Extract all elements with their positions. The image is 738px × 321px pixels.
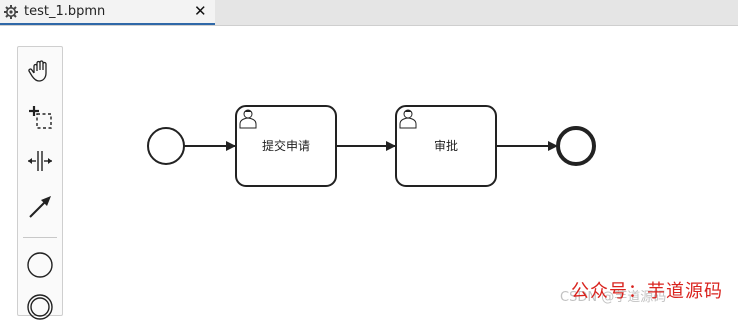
wechat-watermark: 公众号：芋道源码 <box>571 281 723 302</box>
user-task-approve[interactable]: 审批 <box>395 105 497 187</box>
tab-test-bpmn[interactable]: test_1.bpmn ✕ <box>0 0 215 25</box>
task-label-submit: 提交申请 <box>262 138 310 153</box>
end-event[interactable] <box>556 126 596 166</box>
user-task-submit[interactable]: 提交申请 <box>235 105 337 187</box>
gear-icon <box>4 5 18 19</box>
editor-tabbar: test_1.bpmn ✕ <box>0 0 738 26</box>
bpmn-canvas[interactable]: 提交申请 审批 <box>0 26 738 310</box>
close-icon[interactable]: ✕ <box>194 3 207 19</box>
task-label-approve: 审批 <box>434 138 458 153</box>
start-event[interactable] <box>147 127 185 165</box>
tab-title: test_1.bpmn <box>24 4 106 19</box>
